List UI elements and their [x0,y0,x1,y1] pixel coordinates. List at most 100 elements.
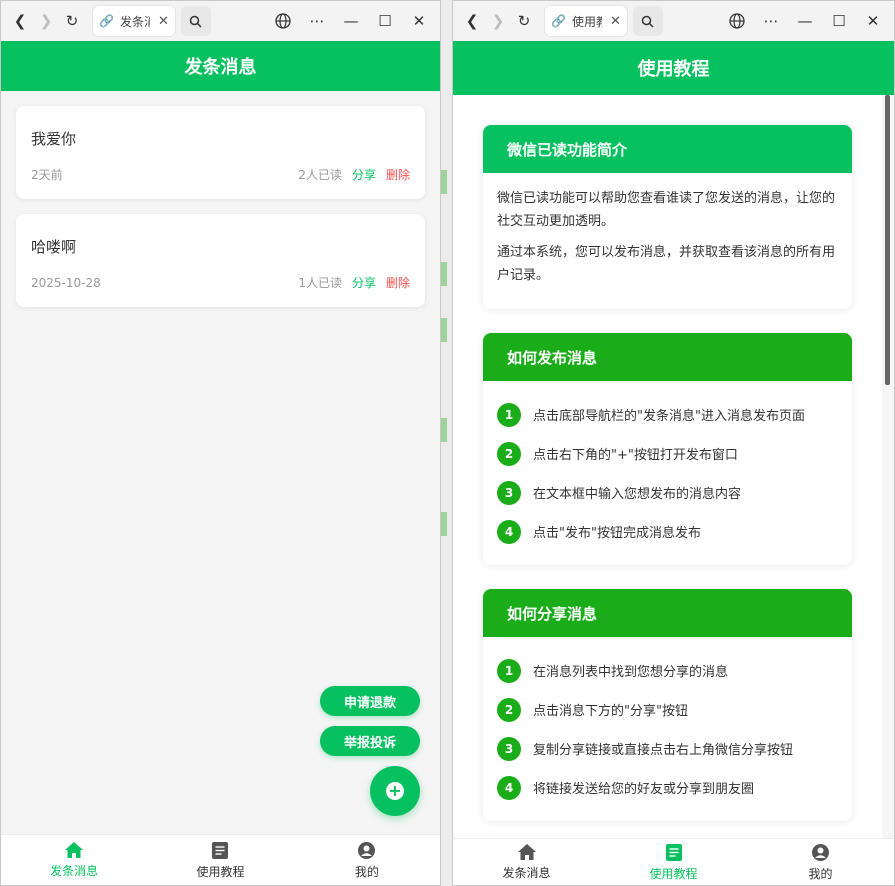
step-text: 点击右下角的"+"按钮打开发布窗口 [533,448,738,463]
step-text: 点击"发布"按钮完成消息发布 [533,526,701,541]
tab-title: 发条消息 [119,14,150,29]
read-count[interactable]: 1人已读 [298,274,342,291]
message-card: 哈喽啊 2025-10-28 1人已读 分享 删除 [16,214,425,307]
report-button[interactable]: 举报投诉 [320,726,420,756]
tab-label: 使用教程 [649,866,698,881]
section-title: 微信已读功能简介 [483,125,852,173]
background-window-strip [441,0,452,886]
step-item: 1 在消息列表中找到您想分享的消息 [497,651,838,690]
close-tab-icon[interactable]: ✕ [158,14,169,29]
search-icon[interactable] [632,6,663,36]
link-icon: 🔗 [551,14,566,28]
user-icon [812,843,829,861]
message-time: 2天前 [31,168,63,182]
page-title: 使用教程 [453,41,894,95]
tab-tutorial[interactable]: 使用教程 [600,839,747,885]
intro-section: 微信已读功能简介 微信已读功能可以帮助您查看谁读了您发送的消息，让您的社交互动更… [483,125,852,309]
step-number: 1 [497,658,521,683]
step-item: 1 点击底部导航栏的"发条消息"进入消息发布页面 [497,395,838,434]
browser-tab[interactable]: 🔗 使用教程 ✕ [545,6,627,36]
step-number: 1 [497,402,521,427]
delete-button[interactable]: 删除 [386,274,410,291]
step-text: 点击消息下方的"分享"按钮 [533,704,688,719]
step-number: 3 [497,736,521,761]
tab-label: 我的 [354,864,379,879]
user-icon [358,841,376,859]
refresh-icon[interactable]: ↻ [59,8,85,34]
step-text: 在消息列表中找到您想分享的消息 [533,665,729,680]
document-icon [665,843,682,861]
document-icon [212,841,229,859]
share-button[interactable]: 分享 [352,166,376,183]
step-item: 3 复制分享链接或直接点击右上角微信分享按钮 [497,729,838,768]
step-number: 3 [497,480,521,505]
scrollbar[interactable] [882,95,894,838]
message-text: 我爱你 [31,130,77,148]
scrollbar-thumb[interactable] [885,95,890,385]
step-text: 点击底部导航栏的"发条消息"进入消息发布页面 [533,409,805,424]
message-text: 哈喽啊 [31,238,77,256]
read-count[interactable]: 2人已读 [298,166,342,183]
step-text: 复制分享链接或直接点击右上角微信分享按钮 [533,743,794,758]
minimize-icon[interactable]: — [790,8,820,34]
page-title: 发条消息 [1,41,440,91]
tab-send-message[interactable]: 发条消息 [1,835,147,885]
publish-section: 如何发布消息 1 点击底部导航栏的"发条消息"进入消息发布页面 2 点击右下角的"+… [483,333,852,565]
step-number: 4 [497,775,521,800]
delete-button[interactable]: 删除 [386,166,410,183]
section-paragraph: 微信已读功能可以帮助您查看谁读了您发送的消息，让您的社交互动更加透明。 [497,191,836,229]
forward-icon[interactable]: ❯ [33,8,59,34]
maximize-icon[interactable]: ☐ [824,8,854,34]
step-item: 4 将链接发送给您的好友或分享到朋友圈 [497,768,838,807]
share-button[interactable]: 分享 [352,274,376,291]
search-icon[interactable] [180,6,211,36]
close-window-icon[interactable]: ✕ [404,8,434,34]
more-icon[interactable]: ⋯ [302,8,332,34]
refund-button[interactable]: 申请退款 [320,686,420,716]
tab-label: 我的 [808,866,833,881]
section-title: 如何发布消息 [483,333,852,381]
step-item: 2 点击右下角的"+"按钮打开发布窗口 [497,434,838,473]
tab-send-message[interactable]: 发条消息 [453,839,600,885]
browser-window-tutorial: ❮ ❯ ↻ 🔗 使用教程 ✕ ⋯ — ☐ ✕ 使用教程 微信已读功能简介 微信已… [452,0,895,886]
tab-mine[interactable]: 我的 [747,839,894,885]
step-item: 2 点击消息下方的"分享"按钮 [497,690,838,729]
link-icon: 🔗 [99,14,114,28]
close-tab-icon[interactable]: ✕ [610,14,621,29]
more-icon[interactable]: ⋯ [756,8,786,34]
message-time: 2025-10-28 [31,275,101,290]
home-icon [65,842,84,858]
browser-titlebar: ❮ ❯ ↻ 🔗 使用教程 ✕ ⋯ — ☐ ✕ [453,1,894,41]
message-list: 我爱你 2天前 2人已读 分享 删除 哈喽啊 2025-10-28 1人已读 分… [1,91,440,836]
add-message-button[interactable]: + [370,766,420,816]
plus-icon: + [386,782,404,800]
forward-icon[interactable]: ❯ [485,8,511,34]
section-title: 如何分享消息 [483,589,852,637]
back-icon[interactable]: ❮ [7,8,33,34]
tab-mine[interactable]: 我的 [294,835,440,885]
browser-titlebar: ❮ ❯ ↻ 🔗 发条消息 ✕ ⋯ — ☐ ✕ [1,1,440,41]
tab-tutorial[interactable]: 使用教程 [147,835,293,885]
step-number: 4 [497,519,521,544]
message-meta: 2025-10-28 1人已读 分享 删除 [31,274,410,291]
step-text: 将链接发送给您的好友或分享到朋友圈 [533,782,755,797]
refresh-icon[interactable]: ↻ [511,8,537,34]
browser-tab[interactable]: 🔗 发条消息 ✕ [93,6,175,36]
tab-label: 发条消息 [502,866,551,880]
tab-label: 发条消息 [50,864,99,878]
globe-icon[interactable] [268,8,298,34]
minimize-icon[interactable]: — [336,8,366,34]
section-paragraph: 通过本系统，您可以发布消息，并获取查看该消息的所有用户记录。 [497,245,836,283]
globe-icon[interactable] [722,8,752,34]
step-number: 2 [497,697,521,722]
maximize-icon[interactable]: ☐ [370,8,400,34]
back-icon[interactable]: ❮ [459,8,485,34]
tab-title: 使用教程 [571,14,602,29]
message-card: 我爱你 2天前 2人已读 分享 删除 [16,106,425,199]
share-section: 如何分享消息 1 在消息列表中找到您想分享的消息 2 点击消息下方的"分享"按钮 3… [483,589,852,821]
step-item: 4 点击"发布"按钮完成消息发布 [497,512,838,551]
close-window-icon[interactable]: ✕ [858,8,888,34]
bottom-tabbar: 发条消息 使用教程 我的 [453,838,894,885]
browser-window-messages: ❮ ❯ ↻ 🔗 发条消息 ✕ ⋯ — ☐ ✕ 发条消息 我爱你 2天前 2人已读 [0,0,441,886]
step-item: 3 在文本框中输入您想发布的消息内容 [497,473,838,512]
